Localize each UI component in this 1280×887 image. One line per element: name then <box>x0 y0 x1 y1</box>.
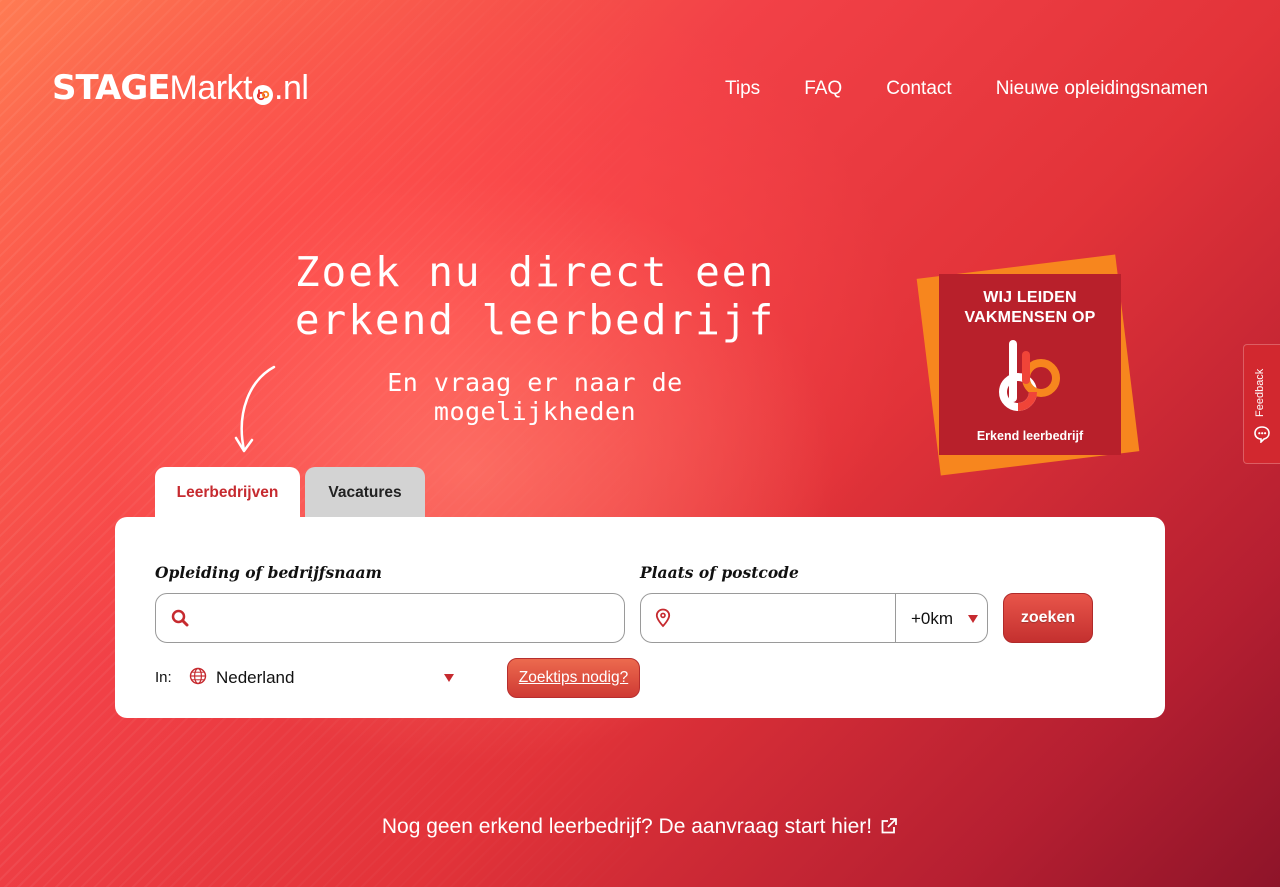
sbb-logo-icon <box>253 85 273 105</box>
stagemarkt-logo[interactable]: STAGEMarkt .nl <box>52 68 309 108</box>
badge-heading: WIJ LEIDEN VAKMENSEN OP <box>939 288 1121 328</box>
nav-contact[interactable]: Contact <box>886 78 951 100</box>
search-card: Opleiding of bedrijfsnaam Plaats of post… <box>115 517 1165 718</box>
country-value: Nederland <box>216 668 295 687</box>
hero-headline-line1: Zoek nu direct een <box>294 248 776 296</box>
main-nav: Tips FAQ Contact Nieuwe opleidingsnamen <box>725 78 1208 100</box>
tab-leerbedrijven[interactable]: Leerbedrijven <box>155 467 300 518</box>
apply-link-text: Nog geen erkend leerbedrijf? De aanvraag… <box>381 815 873 838</box>
query-field <box>155 593 625 644</box>
hero-headline: Zoek nu direct een erkend leerbedrijf <box>290 248 780 344</box>
distance-value: +0km <box>911 609 954 628</box>
search-icon <box>171 609 189 627</box>
badge-heading-line1: WIJ LEIDEN <box>983 289 1077 306</box>
erkend-leerbedrijf-badge: WIJ LEIDEN VAKMENSEN OP Erkend leerbedri… <box>916 254 1140 476</box>
place-field <box>640 593 896 644</box>
logo-text-regular: Markt <box>169 69 253 107</box>
search-tips-button[interactable]: Zoektips nodig? <box>507 658 640 698</box>
external-link-icon <box>881 818 898 834</box>
arrow-icon <box>234 365 276 453</box>
country-label: In: <box>155 669 172 686</box>
globe-icon <box>189 667 207 685</box>
hero-headline-line2: erkend leerbedrijf <box>294 296 776 344</box>
apply-link[interactable]: Nog geen erkend leerbedrijf? De aanvraag… <box>0 815 1280 839</box>
badge-front: WIJ LEIDEN VAKMENSEN OP Erkend leerbedri… <box>939 274 1121 455</box>
location-pin-icon <box>655 608 671 628</box>
query-label: Opleiding of bedrijfsnaam <box>155 563 382 582</box>
search-button[interactable]: zoeken <box>1003 593 1093 643</box>
badge-heading-line2: VAKMENSEN OP <box>964 309 1096 326</box>
feedback-icon <box>1254 426 1270 443</box>
nav-nieuwe-opleidingsnamen[interactable]: Nieuwe opleidingsnamen <box>996 78 1208 100</box>
badge-caption: Erkend leerbedrijf <box>976 429 1084 443</box>
chevron-down-icon <box>968 615 978 623</box>
query-input[interactable] <box>198 594 614 644</box>
tab-vacatures[interactable]: Vacatures <box>305 467 425 518</box>
feedback-label: Feedback <box>1254 368 1266 417</box>
distance-select[interactable]: +0km <box>895 593 988 643</box>
logo-text-bold: STAGE <box>52 68 170 108</box>
place-input[interactable] <box>677 594 879 644</box>
chevron-down-icon <box>444 674 454 682</box>
hero-subline: En vraag er naar de mogelijkheden <box>387 368 683 426</box>
feedback-tab[interactable]: Feedback <box>1243 344 1280 464</box>
nav-tips[interactable]: Tips <box>725 78 760 100</box>
place-label: Plaats of postcode <box>640 563 799 582</box>
sbb-logo-icon <box>999 340 1060 411</box>
nav-faq[interactable]: FAQ <box>804 78 842 100</box>
logo-text-suffix: .nl <box>274 69 309 107</box>
